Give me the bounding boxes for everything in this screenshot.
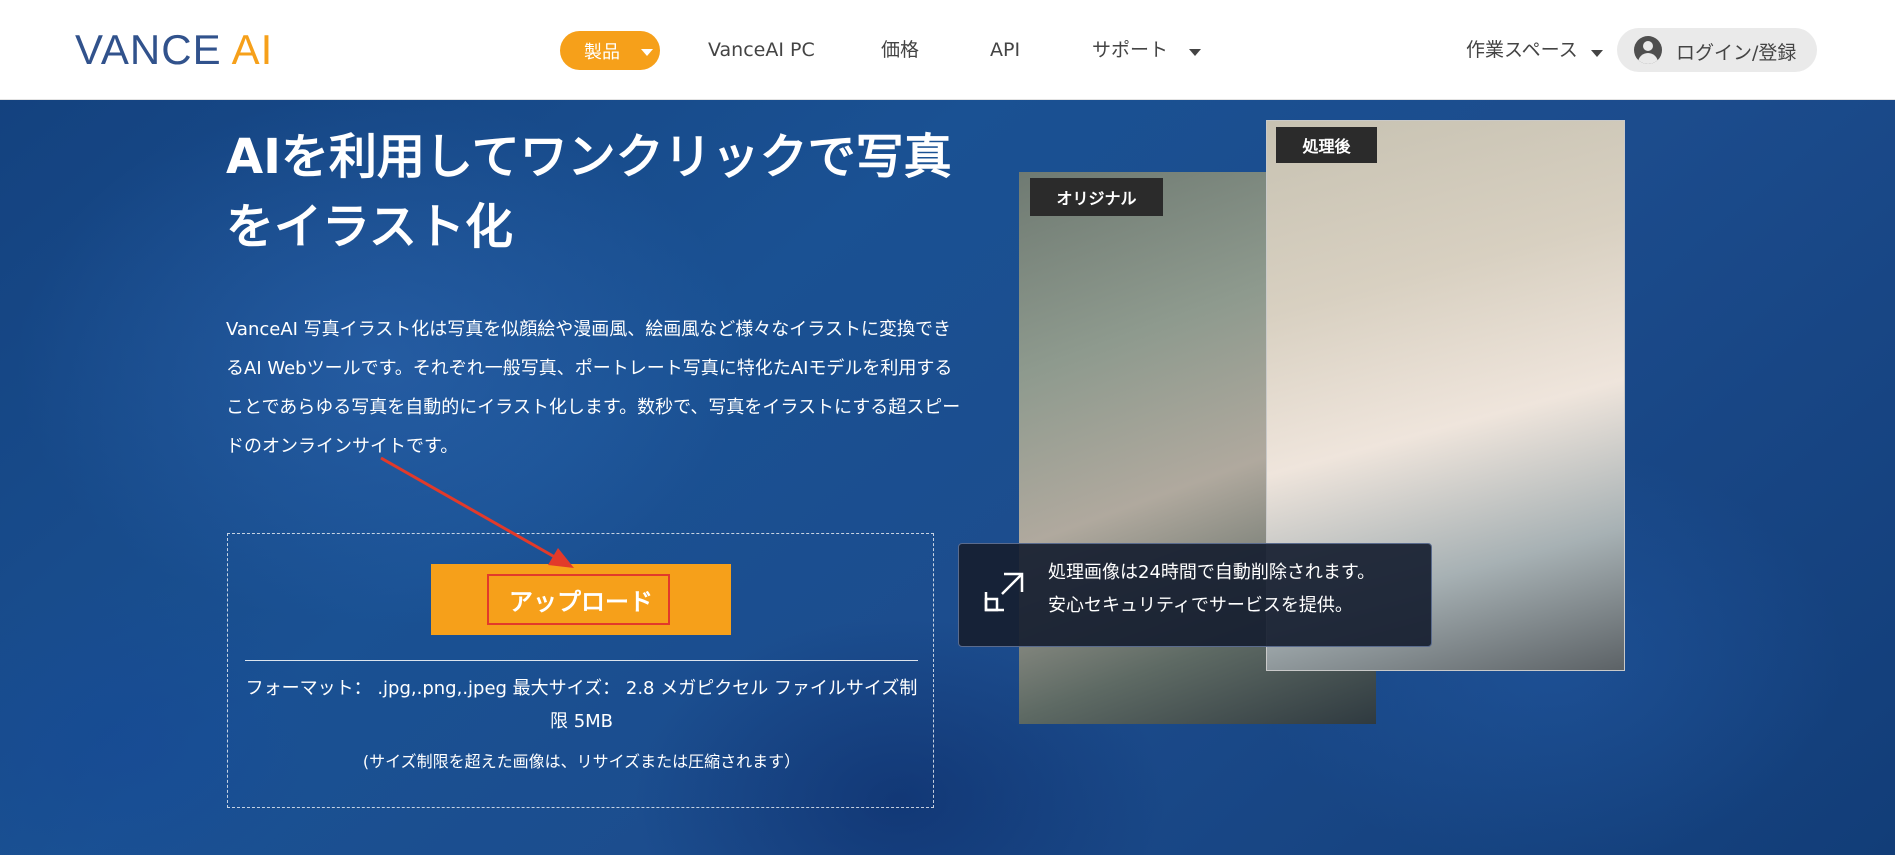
nav-api[interactable]: API (990, 38, 1020, 62)
hero-title: AIを利用してワンクリックで写真をイラスト化 (226, 129, 952, 255)
chevron-down-icon[interactable] (1189, 49, 1201, 56)
expand-arrow-icon (984, 572, 1024, 612)
user-avatar-icon (1634, 36, 1662, 64)
top-navigation-bar: VANCE AI 製品 VanceAI PC 価格 API サポート 作業スペー… (0, 0, 1895, 100)
hero-description: VanceAI 写真イラスト化は写真を似顔絵や漫画風、絵画風など様々なイラストに… (226, 319, 961, 457)
upload-button[interactable]: アップロード (431, 564, 731, 635)
logo-text-accent: AI (231, 26, 274, 73)
logo-text-main: VANCE (75, 26, 222, 73)
hero-section: AIを利用してワンクリックで写真をイラスト化 VanceAI 写真イラスト化は写… (0, 100, 1895, 855)
upload-button-label: アップロード (509, 588, 653, 616)
resize-note: (サイズ制限を超えた画像は、リサイズまたは圧縮されます） (362, 752, 801, 771)
login-register-button[interactable]: ログイン/登録 (1617, 28, 1817, 72)
notice-line-1: 処理画像は24時間で自動削除されます。 (1048, 562, 1376, 583)
nav-products-button[interactable]: 製品 (560, 31, 660, 70)
original-tag: オリジナル (1030, 178, 1163, 216)
nav-vanceai-pc[interactable]: VanceAI PC (708, 38, 815, 62)
chevron-down-icon (641, 49, 653, 56)
login-register-label: ログイン/登録 (1676, 42, 1797, 64)
privacy-notice: 処理画像は24時間で自動削除されます。 安心セキュリティでサービスを提供。 (958, 543, 1432, 647)
format-info: フォーマット： .jpg,.png,.jpeg 最大サイズ： 2.8 メガピクセ… (245, 678, 918, 732)
processed-tag: 処理後 (1276, 127, 1377, 163)
chevron-down-icon[interactable] (1591, 50, 1603, 57)
vanceai-logo[interactable]: VANCE AI (75, 29, 273, 71)
divider (245, 660, 918, 661)
workspace-menu[interactable]: 作業スペース (1466, 38, 1578, 62)
nav-pricing[interactable]: 価格 (881, 38, 919, 62)
nav-support[interactable]: サポート (1092, 38, 1168, 62)
nav-products-label: 製品 (584, 41, 620, 63)
notice-line-2: 安心セキュリティでサービスを提供。 (1048, 595, 1353, 616)
upload-dropzone[interactable]: アップロード フォーマット： .jpg,.png,.jpeg 最大サイズ： 2.… (227, 533, 934, 808)
